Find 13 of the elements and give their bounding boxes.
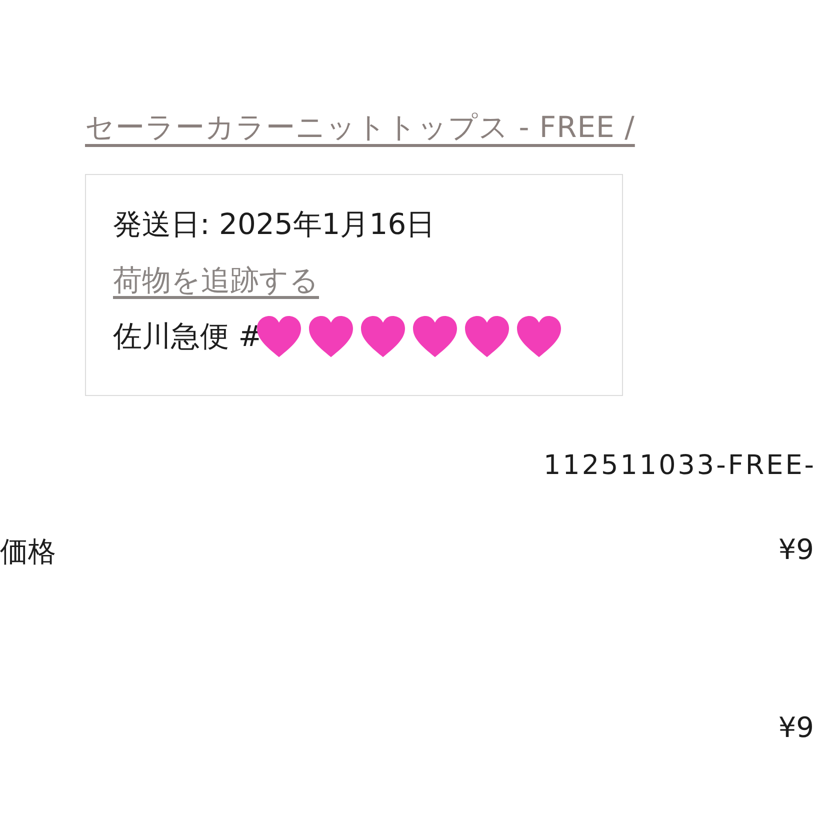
ship-date: 発送日: 2025年1月16日 [113,206,436,243]
total-value: ¥9 [778,711,815,744]
product-title-link[interactable]: セーラーカラーニットトップス - FREE / [85,108,635,148]
sku-code: 112511033-FREE- [544,450,816,481]
heart-icon [410,315,459,359]
price-value: ¥9 [778,533,815,568]
heart-icon [306,315,355,359]
track-package-link[interactable]: 荷物を追跡する [113,261,319,301]
heart-icon [514,315,563,359]
heart-icon [358,315,407,359]
heart-icon [462,315,511,359]
price-label: 価格 [0,534,56,570]
carrier-tracking-number: 佐川急便 # [113,318,263,355]
